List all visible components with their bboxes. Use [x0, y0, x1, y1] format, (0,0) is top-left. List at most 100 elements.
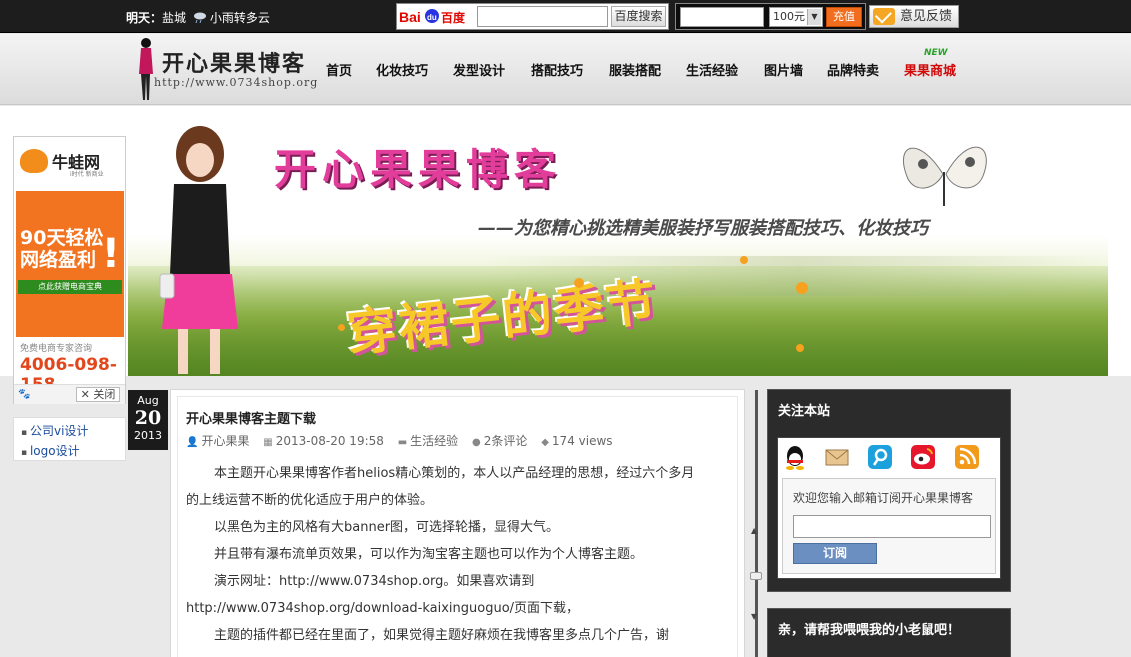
subscribe-box: 欢迎您输入邮箱订阅开心果果博客 订阅 [782, 478, 996, 574]
svg-text:百度: 百度 [441, 10, 466, 25]
baidu-search-input[interactable] [477, 6, 608, 27]
phone-number-input[interactable] [680, 7, 764, 27]
nav-item-photo-wall[interactable]: 图片墙 [764, 60, 803, 79]
baidu-search-box: Bai du 百度 百度搜索 [396, 3, 669, 30]
user-icon: 👤 [186, 437, 199, 448]
ad-footer-bar: 🐾 ✕ 关闭 [14, 384, 125, 404]
post-body: 本主题开心果果博客作者helios精心策划的，本人以产品经理的思想，经过六个多月… [186, 460, 736, 649]
weather-description: 小雨转多云 [209, 11, 270, 25]
post-category[interactable]: 生活经验 [410, 434, 458, 448]
decor-dot [338, 324, 345, 331]
nav-item-clothing[interactable]: 服装搭配 [609, 60, 661, 79]
nav-item-life[interactable]: 生活经验 [686, 60, 738, 79]
ad-consult: 免费电商专家咨询 [20, 344, 93, 354]
post-meta: 👤 开心果果 ▦ 2013-08-20 19:58 ▬ 生活经验 ● 2条评论 ◆ 174… [186, 432, 623, 449]
exclamation-icon: ! [101, 231, 120, 277]
ad-body: 90天轻松 网络盈利 ! 点此获赠电商宝典 [16, 191, 124, 337]
site-url: http://www.0734shop.org [154, 76, 319, 89]
top-bar: 明天：盐城 小雨转多云 Bai du 百度 百度搜索 100元 ▼ 充值 意见反… [0, 0, 1131, 33]
ad-cta[interactable]: 点此获赠电商宝典 [18, 280, 122, 294]
nav-item-hairstyle[interactable]: 发型设计 [453, 60, 505, 79]
sina-weibo-icon[interactable] [910, 444, 936, 470]
recharge-amount-value: 100元 [773, 10, 805, 23]
mail-icon [873, 8, 895, 25]
post-paragraph: http://www.0734shop.org/download-kaixing… [186, 601, 580, 616]
banner-title: 开心果果博客 [274, 145, 563, 194]
subscribe-label: 欢迎您输入邮箱订阅开心果果博客 [793, 491, 974, 505]
left-advertisement[interactable]: 牛蛙网 i时代 新商业 90天轻松 网络盈利 ! 点此获赠电商宝典 免费电商专家… [13, 136, 126, 404]
subscribe-email-input[interactable] [793, 515, 991, 538]
calendar-icon: ▦ [263, 437, 273, 448]
banner-slogan: ——为您精心挑选精美服装抒写服装搭配技巧、化妆技巧 [478, 218, 928, 239]
views-icon: ◆ [541, 437, 549, 448]
nav-item-makeup[interactable]: 化妆技巧 [376, 60, 428, 79]
decor-dot [596, 296, 602, 302]
weather-prefix: 明天： [126, 11, 163, 25]
mouse-widget-title: 亲，请帮我喂喂我的小老鼠吧！ [778, 623, 961, 638]
follow-panel: 欢迎您输入邮箱订阅开心果果博客 订阅 [777, 437, 1001, 579]
post-date-year: 2013 [134, 429, 162, 442]
tencent-weibo-icon[interactable] [867, 444, 893, 470]
post-author[interactable]: 开心果果 [201, 434, 249, 448]
folder-icon: ▬ [397, 437, 408, 448]
nav-item-brand-sale[interactable]: 品牌特卖 [827, 60, 879, 79]
follow-widget-title: 关注本站 [778, 404, 831, 419]
ad-brand-sub: i时代 新商业 [70, 171, 104, 178]
timeline-arrow-icon: ▼ [751, 612, 758, 621]
banner-area: 开心果果博客 ——为您精心挑选精美服装抒写服装搭配技巧、化妆技巧 穿裙子的季节 [0, 106, 1131, 376]
weather-widget: 明天：盐城 小雨转多云 [126, 9, 270, 26]
timeline-node[interactable] [750, 572, 762, 580]
site-header: 开心果果博客 http://www.0734shop.org 首页 化妆技巧 发… [0, 34, 1131, 105]
post-paragraph: 以黑色为主的风格有大banner图，可选择轮播，显得大气。 [214, 520, 560, 535]
post-date-month: Aug [137, 394, 159, 407]
chevron-down-icon: ▼ [807, 9, 821, 25]
left-link-list: 公司vi设计 logo设计 [13, 417, 126, 461]
rss-icon[interactable] [954, 444, 980, 470]
post-paragraph: 本主题开心果果博客作者helios精心策划的，本人以产品经理的思想，经过六个多月 [214, 466, 695, 481]
qq-icon[interactable] [782, 444, 808, 470]
subscribe-button[interactable]: 订阅 [793, 543, 877, 564]
ad-headline-line-1: 90天轻松 [20, 227, 104, 249]
svg-text:Bai: Bai [399, 9, 421, 25]
new-badge: NEW [924, 48, 948, 58]
post-comments[interactable]: 2条评论 [484, 434, 528, 448]
feedback-label: 意见反馈 [900, 9, 953, 24]
mail-icon[interactable] [824, 444, 850, 470]
svg-text:du: du [427, 13, 437, 22]
feedback-button[interactable]: 意见反馈 [869, 5, 959, 28]
recharge-amount-select[interactable]: 100元 ▼ [769, 7, 823, 27]
post-paragraph: 并且带有瀑布流单页效果，可以作为淘宝客主题也可以作为个人博客主题。 [214, 547, 644, 562]
recharge-button[interactable]: 充值 [826, 7, 862, 27]
left-link-logo[interactable]: logo设计 [21, 442, 125, 462]
timeline-arrow-icon: ▲ [751, 526, 758, 535]
post-paragraph: 演示网址：http://www.0734shop.org。如果喜欢请到 [214, 574, 535, 589]
weather-city[interactable]: 盐城 [162, 11, 186, 25]
post-datetime: 2013-08-20 19:58 [275, 434, 384, 448]
ad-close-button[interactable]: ✕ 关闭 [76, 387, 120, 402]
nav-item-shop[interactable]: 果果商城 [904, 60, 956, 79]
baidu-search-button[interactable]: 百度搜索 [611, 6, 666, 27]
main-banner[interactable]: 开心果果博客 ——为您精心挑选精美服装抒写服装搭配技巧、化妆技巧 穿裙子的季节 [128, 106, 1108, 376]
post-date-badge: Aug 20 2013 [128, 390, 168, 450]
post-card: 开心果果博客主题下载 👤 开心果果 ▦ 2013-08-20 19:58 ▬ 生活经验… [170, 389, 745, 657]
post-date-day: 20 [134, 407, 162, 429]
ad-logo: 牛蛙网 i时代 新商业 [14, 137, 125, 187]
model-illustration [159, 126, 238, 374]
phone-recharge-box: 100元 ▼ 充值 [675, 3, 866, 30]
post-title[interactable]: 开心果果博客主题下载 [186, 408, 316, 427]
left-link-vi[interactable]: 公司vi设计 [21, 422, 125, 442]
comment-icon: ● [472, 437, 481, 448]
logo-girl-icon [139, 38, 153, 100]
decor-dot [574, 278, 584, 288]
baidu-logo-icon: Bai du 百度 [399, 9, 466, 25]
ad-headline: 90天轻松 网络盈利 [20, 227, 103, 271]
site-logo[interactable]: 开心果果博客 http://www.0734shop.org [128, 34, 318, 104]
paw-icon: 🐾 [18, 389, 31, 400]
social-icon-row [778, 438, 1000, 476]
post-views: 174 views [551, 434, 613, 448]
decor-dot [796, 282, 808, 294]
post-paragraph: 主题的插件都已经在里面了，如果觉得主题好麻烦在我博客里多点几个广告，谢 [214, 628, 670, 643]
nav-item-matching[interactable]: 搭配技巧 [531, 60, 583, 79]
decor-dot [740, 256, 748, 264]
nav-item-home[interactable]: 首页 [326, 60, 352, 79]
